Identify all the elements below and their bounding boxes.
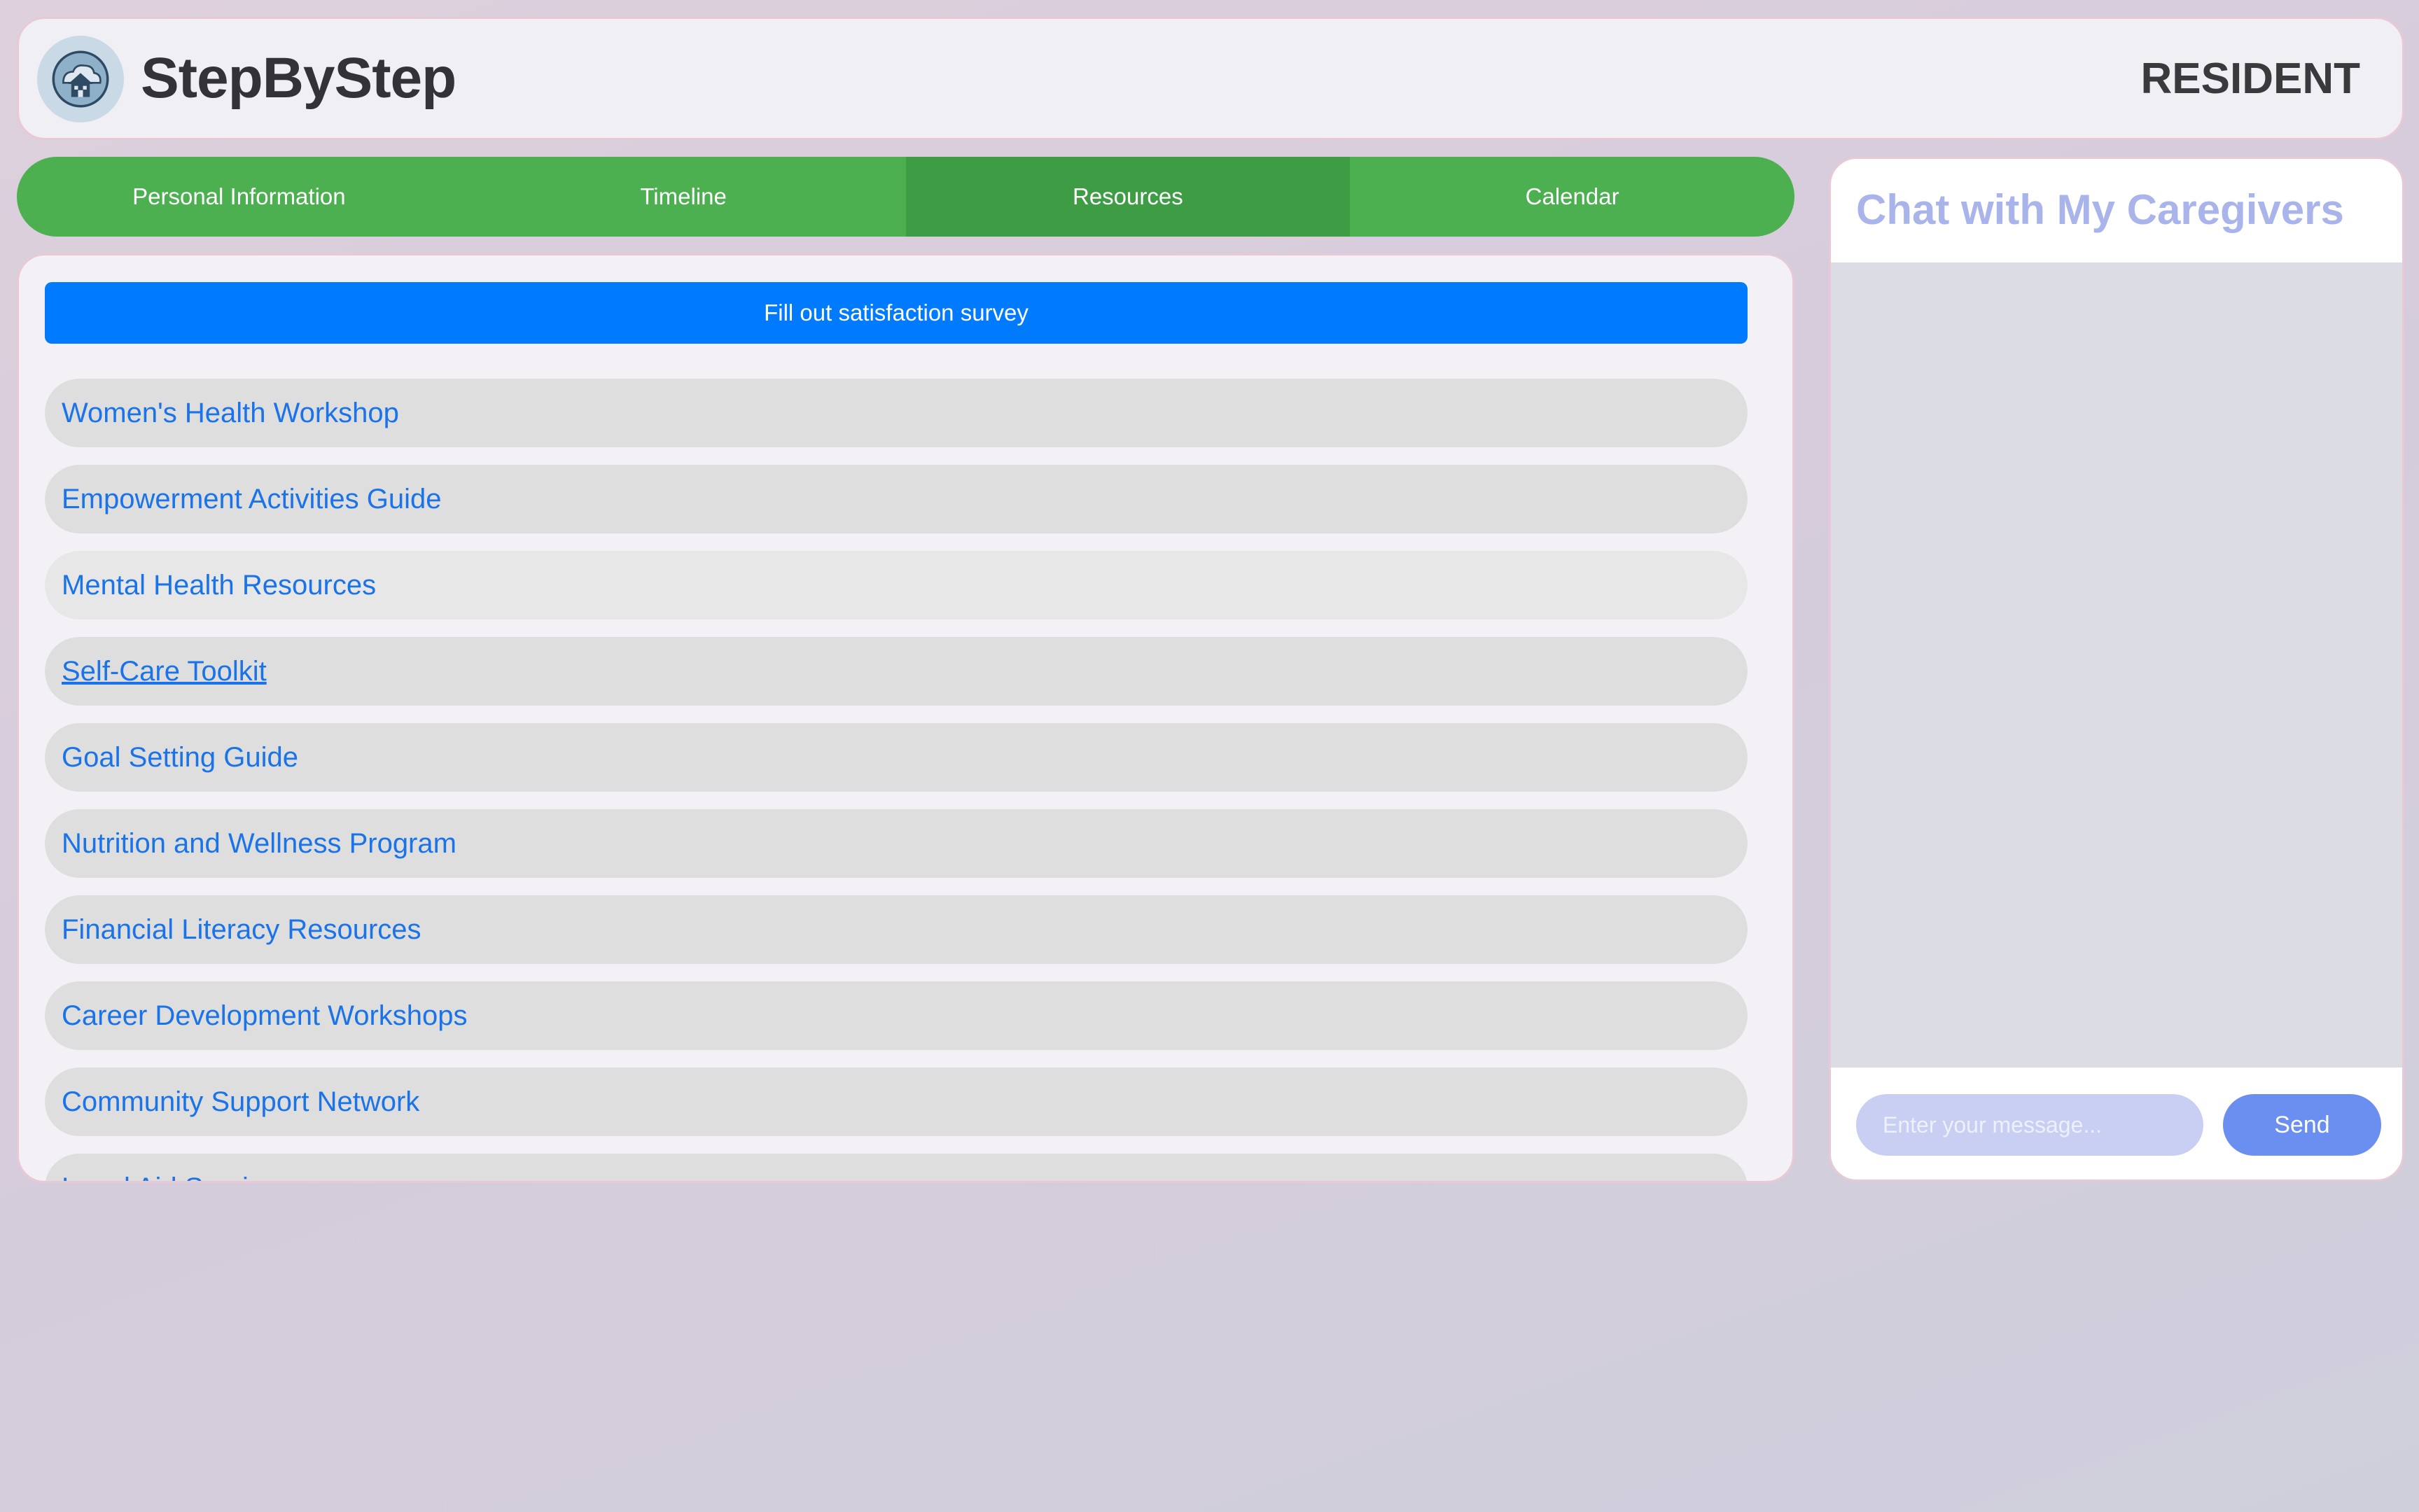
resource-link[interactable]: Women's Health Workshop: [62, 398, 399, 429]
resource-item[interactable]: Empowerment Activities Guide: [45, 465, 1748, 533]
resource-item[interactable]: Women's Health Workshop: [45, 379, 1748, 447]
chat-title: Chat with My Caregivers: [1856, 186, 2344, 233]
resource-link[interactable]: Financial Literacy Resources: [62, 914, 421, 946]
resource-link[interactable]: Self-Care Toolkit: [62, 656, 267, 687]
tab-resources[interactable]: Resources: [905, 157, 1351, 237]
resource-link[interactable]: Empowerment Activities Guide: [62, 484, 441, 515]
resource-link[interactable]: Legal Aid Services: [62, 1172, 292, 1182]
house-icon: [52, 50, 109, 108]
resource-item[interactable]: Self-Care Toolkit: [45, 637, 1748, 706]
chat-message-input[interactable]: [1856, 1094, 2203, 1156]
user-role: RESIDENT: [2140, 55, 2360, 103]
brand-name: StepByStep: [141, 46, 456, 110]
satisfaction-survey-button[interactable]: Fill out satisfaction survey: [45, 282, 1748, 344]
chat-messages[interactable]: [1831, 262, 2402, 1068]
resource-item[interactable]: Legal Aid Services: [45, 1154, 1748, 1182]
resource-link[interactable]: Mental Health Resources: [62, 570, 376, 601]
resources-panel: Fill out satisfaction survey Women's Hea…: [17, 253, 1794, 1183]
app-header: StepByStep RESIDENT: [17, 17, 2404, 140]
resource-item[interactable]: Mental Health Resources: [45, 551, 1748, 620]
logo[interactable]: [37, 36, 124, 122]
resource-link[interactable]: Goal Setting Guide: [62, 742, 298, 774]
resource-list: Women's Health Workshop Empowerment Acti…: [45, 379, 1748, 1182]
resource-item[interactable]: Financial Literacy Resources: [45, 895, 1748, 964]
resource-item[interactable]: Community Support Network: [45, 1068, 1748, 1136]
resource-link[interactable]: Career Development Workshops: [62, 1000, 468, 1032]
tab-personal-information[interactable]: Personal Information: [17, 157, 461, 237]
tab-timeline[interactable]: Timeline: [461, 157, 906, 237]
resource-item[interactable]: Goal Setting Guide: [45, 723, 1748, 792]
main-tabs: Personal Information Timeline Resources …: [17, 157, 1794, 237]
resource-item[interactable]: Career Development Workshops: [45, 981, 1748, 1050]
resource-link[interactable]: Community Support Network: [62, 1086, 419, 1118]
send-button[interactable]: Send: [2223, 1094, 2381, 1156]
tab-calendar[interactable]: Calendar: [1350, 157, 1794, 237]
resource-link[interactable]: Nutrition and Wellness Program: [62, 828, 456, 860]
chat-panel: Chat with My Caregivers Send: [1829, 157, 2404, 1182]
resource-item[interactable]: Nutrition and Wellness Program: [45, 809, 1748, 878]
